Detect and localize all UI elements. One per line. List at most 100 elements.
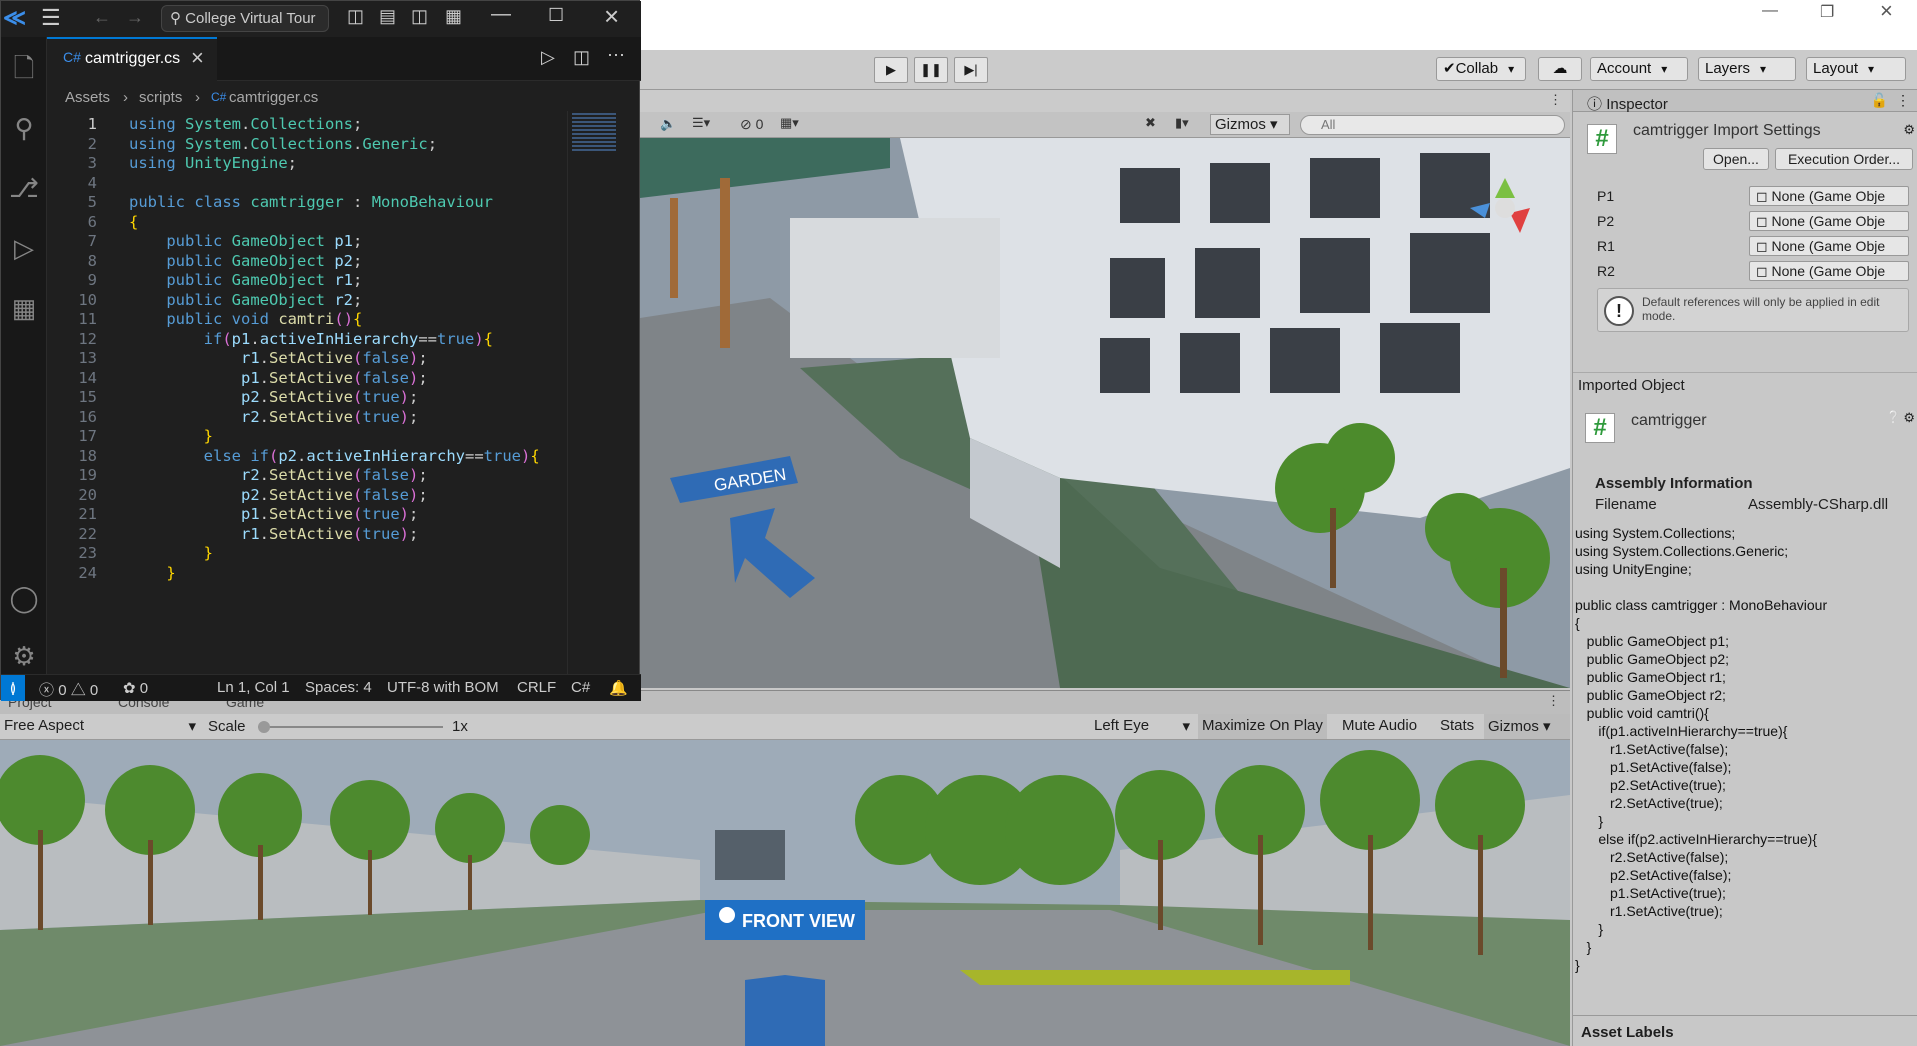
object-field[interactable]: ◻ None (Game Obje [1749, 186, 1909, 206]
toggle-sidebar-icon[interactable]: ◫ [347, 6, 364, 27]
gizmos-dropdown[interactable]: Gizmos ▾ [1210, 114, 1290, 135]
language-mode[interactable]: C# [571, 679, 590, 696]
code-line[interactable]: } [129, 427, 213, 445]
toggle-secondary-sidebar-icon[interactable]: ◫ [411, 6, 428, 27]
split-editor-icon[interactable]: ◫ [573, 47, 590, 68]
code-line[interactable]: p2.SetActive(false); [129, 486, 428, 504]
code-line[interactable]: } [129, 564, 175, 582]
code-editor[interactable]: 1 using System.Collections; 2 using System.… [47, 111, 567, 674]
stats-toggle[interactable]: Stats [1440, 717, 1474, 734]
remote-icon[interactable]: ≬ [1, 675, 25, 701]
code-line[interactable]: public class camtrigger : MonoBehaviour [129, 193, 493, 211]
code-line[interactable]: using UnityEngine; [129, 154, 297, 172]
explorer-icon[interactable]: 🗋 [9, 53, 39, 83]
lock-icon[interactable]: 🔓 [1871, 92, 1888, 109]
restore-icon[interactable]: ❐ [1820, 2, 1834, 22]
bell-icon[interactable]: 🔔 [609, 679, 628, 697]
code-line[interactable]: r1.SetActive(false); [129, 349, 428, 367]
code-line[interactable]: r2.SetActive(true); [129, 408, 418, 426]
layout-dropdown[interactable]: Layout [1806, 57, 1906, 81]
layers-dropdown[interactable]: Layers [1698, 57, 1796, 81]
effects-icon[interactable]: ☰▾ [692, 115, 710, 131]
code-line[interactable]: using System.Collections.Generic; [129, 135, 437, 153]
scale-slider[interactable] [258, 721, 443, 733]
forward-arrow-icon[interactable]: → [126, 7, 144, 28]
code-line[interactable]: if(p1.activeInHierarchy==true){ [129, 330, 493, 348]
tab-camtrigger[interactable]: C# camtrigger.cs × [47, 37, 217, 81]
customize-layout-icon[interactable]: ▦ [445, 6, 462, 27]
account-dropdown[interactable]: Account [1590, 57, 1688, 81]
camera-icon[interactable]: ▮▾ [1175, 115, 1189, 131]
code-line[interactable]: p1.SetActive(false); [129, 369, 428, 387]
extensions-icon[interactable]: ▦ [9, 293, 39, 323]
command-search[interactable]: ⚲ College Virtual Tour [161, 5, 329, 32]
encoding[interactable]: UTF-8 with BOM [387, 679, 499, 696]
code-line[interactable]: else if(p2.activeInHierarchy==true){ [129, 447, 540, 465]
game-view[interactable]: FRONT VIEW [0, 740, 1570, 1046]
breadcrumb-item[interactable]: Assets [65, 89, 110, 106]
settings-gear-icon[interactable]: ⚙ [1903, 122, 1915, 138]
indentation[interactable]: Spaces: 4 [305, 679, 372, 696]
cloud-button[interactable]: ☁ [1538, 57, 1582, 81]
open-button[interactable]: Open... [1703, 148, 1769, 170]
object-field[interactable]: ◻ None (Game Obje [1749, 211, 1909, 231]
tools-icon[interactable]: ✖ [1145, 115, 1156, 131]
editor-more-icon[interactable]: ⋯ [607, 45, 625, 66]
search-view-icon[interactable]: ⚲ [9, 113, 39, 143]
run-debug-icon[interactable]: ▷ [9, 233, 39, 263]
hidden-objects-toggle[interactable]: ⊘ 0 [740, 116, 763, 133]
toggle-panel-icon[interactable]: ▤ [379, 6, 396, 27]
eye-dropdown[interactable]: Left Eye ▾ [1094, 717, 1190, 735]
play-button[interactable]: ▶ [874, 57, 908, 83]
execution-order-button[interactable]: Execution Order... [1775, 148, 1913, 170]
help-icon[interactable]: ❔ [1886, 410, 1901, 424]
audio-icon[interactable]: 🔈 [660, 116, 676, 132]
code-line[interactable]: using System.Collections; [129, 115, 362, 133]
code-line[interactable]: p1.SetActive(true); [129, 505, 418, 523]
cursor-position[interactable]: Ln 1, Col 1 [217, 679, 290, 696]
scale-slider-thumb[interactable] [258, 721, 270, 733]
tab-close-icon[interactable]: × [191, 45, 204, 71]
object-field[interactable]: ◻ None (Game Obje [1749, 236, 1909, 256]
minimap[interactable] [567, 111, 627, 674]
collab-button[interactable]: ✔Collab [1436, 57, 1526, 81]
scene-view[interactable]: GARDEN [640, 138, 1570, 688]
breadcrumb-item[interactable]: scripts [139, 89, 182, 106]
problems-indicator[interactable]: ⓧ 0 △ 0 [39, 679, 98, 700]
line-ending[interactable]: CRLF [517, 679, 556, 696]
code-line[interactable]: public GameObject r1; [129, 271, 362, 289]
code-line[interactable]: public GameObject p2; [129, 252, 362, 270]
minimize-icon[interactable]: — [1762, 2, 1778, 20]
ports-indicator[interactable]: ✿ 0 [123, 679, 148, 697]
code-line[interactable]: r1.SetActive(true); [129, 525, 418, 543]
game-more-icon[interactable]: ⋮ [1547, 693, 1560, 709]
source-control-icon[interactable]: ⎇ [9, 173, 39, 203]
close-icon[interactable]: × [1880, 0, 1893, 24]
code-line[interactable]: } [129, 544, 213, 562]
code-line[interactable]: { [129, 213, 138, 231]
aspect-dropdown[interactable]: Free Aspect ▾ [4, 717, 196, 735]
asset-labels-header[interactable]: Asset Labels [1573, 1015, 1917, 1046]
code-line[interactable]: public void camtri(){ [129, 310, 362, 328]
breadcrumb-item[interactable]: camtrigger.cs [229, 89, 318, 106]
back-arrow-icon[interactable]: ← [93, 7, 111, 28]
manage-gear-icon[interactable]: ⚙ [9, 641, 39, 671]
code-line[interactable]: public GameObject p1; [129, 232, 362, 250]
vs-maximize-icon[interactable]: ☐ [548, 5, 564, 26]
component-gear-icon[interactable]: ⚙ [1903, 410, 1915, 426]
object-field[interactable]: ◻ None (Game Obje [1749, 261, 1909, 281]
account-icon[interactable]: ◯ [9, 583, 39, 613]
pause-button[interactable]: ❚❚ [914, 57, 948, 83]
grid-icon[interactable]: ▦▾ [780, 115, 799, 131]
code-line[interactable]: public GameObject r2; [129, 291, 362, 309]
code-line[interactable]: p2.SetActive(true); [129, 388, 418, 406]
run-file-icon[interactable]: ▷ [541, 47, 555, 68]
scene-search-input[interactable]: All [1300, 115, 1565, 135]
code-line[interactable]: r2.SetActive(false); [129, 466, 428, 484]
vs-close-icon[interactable]: × [604, 1, 619, 32]
game-gizmos-dropdown[interactable]: Gizmos ▾ [1484, 714, 1570, 739]
menu-icon[interactable]: ☰ [41, 5, 61, 31]
vs-minimize-icon[interactable]: — [491, 3, 511, 26]
more-options-icon[interactable]: ⋮ [1549, 92, 1562, 108]
inspector-tab[interactable]: ⓘ Inspector [1587, 93, 1668, 114]
